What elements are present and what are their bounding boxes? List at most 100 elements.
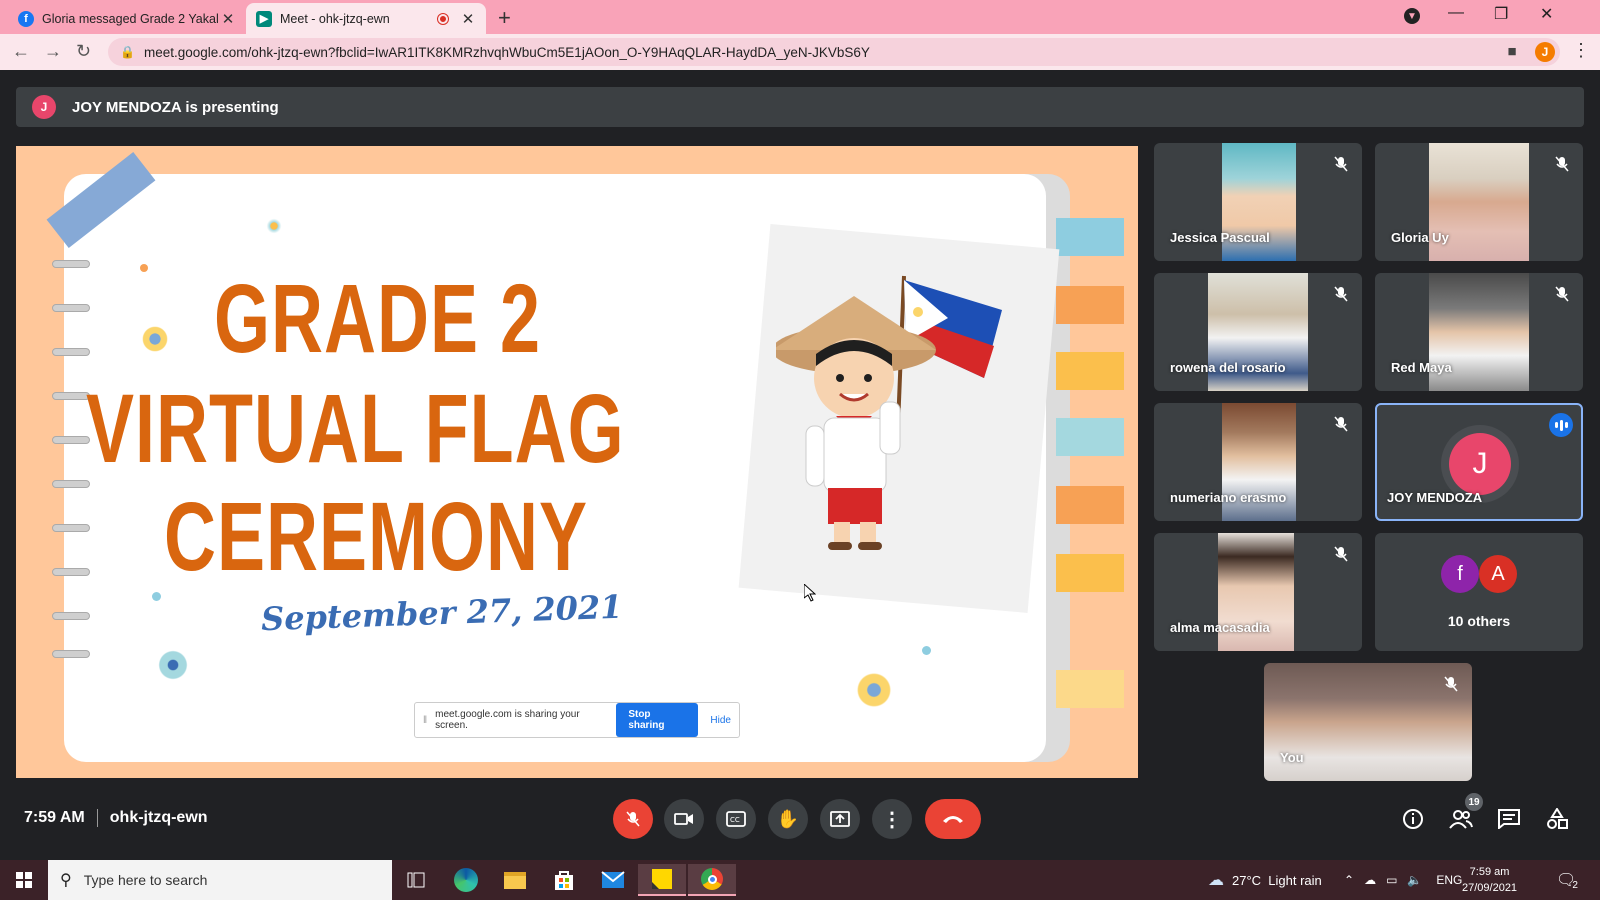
back-icon[interactable]: ← xyxy=(12,41,30,62)
participant-tile[interactable]: rowena del rosario xyxy=(1154,273,1362,391)
start-button[interactable] xyxy=(0,864,48,896)
others-tile[interactable]: f A 10 others xyxy=(1375,533,1583,651)
mouse-cursor-icon xyxy=(804,584,816,602)
info-icon xyxy=(1403,809,1423,829)
notebook-ring xyxy=(52,392,90,400)
notebook-tab xyxy=(1056,670,1124,708)
participant-name: You xyxy=(1280,750,1304,765)
browser-menu-icon[interactable]: ⋮ xyxy=(1572,40,1590,61)
restore-button[interactable]: ❐ xyxy=(1494,4,1508,24)
more-options-button[interactable]: ⋮ xyxy=(872,799,912,839)
taskbar-clock[interactable]: 7:59 am 27/09/2021 xyxy=(1462,864,1517,896)
google-meet-icon: ▶ xyxy=(256,10,272,27)
drag-handle-icon[interactable]: ‖ xyxy=(423,715,427,726)
self-view-tile[interactable]: You xyxy=(1264,663,1472,781)
activities-button[interactable] xyxy=(1544,806,1570,832)
language-indicator[interactable]: ENG xyxy=(1436,873,1462,887)
camera-toggle-button[interactable] xyxy=(664,799,704,839)
chrome-taskbar-button[interactable] xyxy=(688,864,736,896)
participant-tile-active-speaker[interactable]: J JOY MENDOZA xyxy=(1375,403,1583,521)
taskbar-search-box[interactable]: ⚲ Type here to search xyxy=(48,860,392,900)
screen-share-notification: ‖ meet.google.com is sharing your screen… xyxy=(414,702,740,738)
participant-tile[interactable]: Jessica Pascual xyxy=(1154,143,1362,261)
flower-decoration xyxy=(140,324,170,354)
mic-off-icon xyxy=(1332,285,1350,303)
notebook-tab xyxy=(1056,218,1124,256)
hand-icon: ✋ xyxy=(776,808,800,829)
slide-title-line-2: VIRTUAL FLAG xyxy=(86,375,625,484)
participant-name: alma macasadia xyxy=(1170,620,1270,635)
notification-center-button[interactable]: 🗨 2 xyxy=(1556,860,1578,900)
lock-icon[interactable]: 🔒 xyxy=(120,45,135,59)
mic-off-icon xyxy=(1332,155,1350,173)
mail-icon xyxy=(601,871,625,888)
flower-decoration xyxy=(854,670,894,710)
sticky-notes-taskbar-button[interactable] xyxy=(638,864,686,896)
notebook-ring xyxy=(52,480,90,488)
file-explorer-taskbar-button[interactable] xyxy=(491,864,539,896)
tab-meet[interactable]: ▶ Meet - ohk-jtzq-ewn ✕ xyxy=(246,3,486,34)
notebook-ring xyxy=(52,260,90,268)
mail-taskbar-button[interactable] xyxy=(589,864,637,896)
notebook-ring xyxy=(52,436,90,444)
participant-count-badge: 19 xyxy=(1465,793,1483,811)
participant-name: Gloria Uy xyxy=(1391,230,1449,245)
tab-facebook[interactable]: f Gloria messaged Grade 2 Yakal S ✕ xyxy=(8,3,246,34)
captions-button[interactable]: CC xyxy=(716,799,756,839)
new-tab-button[interactable]: + xyxy=(498,5,511,31)
flower-decoration xyxy=(266,218,282,234)
participant-tile[interactable]: alma macasadia xyxy=(1154,533,1362,651)
minimize-button[interactable]: — xyxy=(1448,4,1464,22)
windows-logo-icon xyxy=(16,872,32,888)
slide-title-line-3: CEREMONY xyxy=(164,483,589,592)
cloud-rain-icon: ☁ xyxy=(1208,872,1224,889)
address-bar[interactable]: 🔒 meet.google.com/ohk-jtzq-ewn?fbclid=Iw… xyxy=(108,38,1560,66)
store-icon xyxy=(555,871,573,890)
store-taskbar-button[interactable] xyxy=(540,864,588,896)
mic-toggle-button[interactable] xyxy=(613,799,653,839)
chat-button[interactable] xyxy=(1496,806,1522,832)
presenter-avatar: J xyxy=(32,95,56,119)
participant-tile[interactable]: numeriano erasmo xyxy=(1154,403,1362,521)
raise-hand-button[interactable]: ✋ xyxy=(768,799,808,839)
mic-off-icon xyxy=(1442,675,1460,693)
edge-taskbar-button[interactable] xyxy=(442,864,490,896)
leave-call-button[interactable] xyxy=(925,799,981,839)
mic-off-icon xyxy=(626,811,640,827)
network-icon[interactable]: ▭ xyxy=(1386,873,1397,887)
close-icon[interactable]: ✕ xyxy=(460,10,476,28)
participant-avatar: J xyxy=(1449,433,1511,495)
participant-tile[interactable]: Gloria Uy xyxy=(1375,143,1583,261)
task-view-button[interactable] xyxy=(392,864,440,896)
hide-button[interactable]: Hide xyxy=(710,715,731,726)
stop-sharing-button[interactable]: Stop sharing xyxy=(616,703,699,737)
forward-icon[interactable]: → xyxy=(44,41,62,62)
tab-search-icon[interactable]: ▼ xyxy=(1404,8,1420,24)
participant-name: Red Maya xyxy=(1391,360,1452,375)
close-window-button[interactable]: ✕ xyxy=(1540,4,1553,24)
notebook-tab xyxy=(1056,418,1124,456)
people-icon xyxy=(1449,810,1473,829)
chevron-up-icon[interactable]: ⌃ xyxy=(1344,873,1354,887)
others-count-label: 10 others xyxy=(1447,613,1511,629)
meeting-details-button[interactable] xyxy=(1400,806,1426,832)
camera-icon xyxy=(674,813,693,825)
volume-icon[interactable]: 🔈 xyxy=(1407,873,1422,887)
participant-tile[interactable]: Red Maya xyxy=(1375,273,1583,391)
close-icon[interactable]: ✕ xyxy=(220,10,236,28)
reload-icon[interactable]: ↻ xyxy=(76,41,91,62)
profile-avatar[interactable]: J xyxy=(1535,42,1555,62)
mic-off-icon xyxy=(1332,415,1350,433)
participant-avatar: A xyxy=(1479,555,1517,593)
camera-in-use-icon[interactable]: ■ xyxy=(1507,43,1516,61)
search-placeholder: Type here to search xyxy=(83,872,208,888)
presenting-text: JOY MENDOZA is presenting xyxy=(72,98,279,116)
recording-icon xyxy=(438,13,448,24)
onedrive-icon[interactable]: ☁ xyxy=(1364,873,1376,887)
participant-name: numeriano erasmo xyxy=(1170,490,1287,505)
notification-count: 2 xyxy=(1572,879,1578,891)
notebook-ring xyxy=(52,568,90,576)
weather-widget[interactable]: ☁ 27°C Light rain xyxy=(1208,860,1322,900)
participant-avatar: f xyxy=(1441,555,1479,593)
present-now-button[interactable] xyxy=(820,799,860,839)
